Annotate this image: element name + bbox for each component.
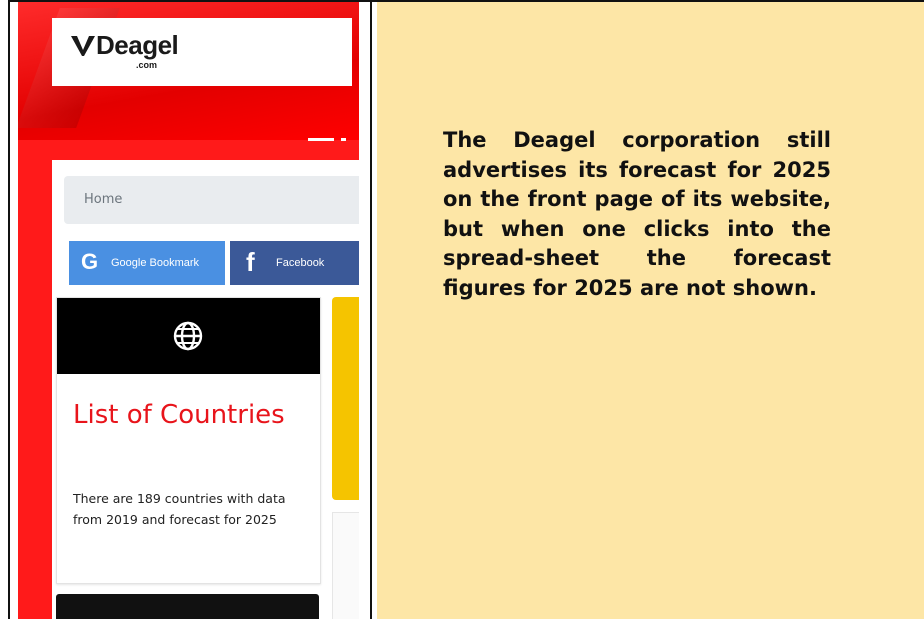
facebook-button[interactable]: f Facebook [230,241,359,285]
card-title[interactable]: List of Countries [73,398,313,432]
breadcrumb[interactable]: Home [64,176,359,224]
countries-card[interactable]: List of Countries There are 189 countrie… [56,297,321,584]
caption-text: The Deagel corporation still advertises … [443,128,831,300]
table-border-top [8,0,924,2]
menu-icon-partial [341,138,346,141]
google-bookmark-button[interactable]: G Google Bookmark [69,241,225,285]
logo-area[interactable]: Deagel .com [52,18,352,86]
logo-subtext: .com [136,60,158,70]
deagel-logo-icon [71,36,95,56]
google-bookmark-label: Google Bookmark [111,257,200,269]
page-content: Home G Google Bookmark f Facebook List o… [52,160,359,619]
adjacent-card-yellow [332,297,359,500]
globe-icon [173,321,203,351]
facebook-label: Facebook [276,257,325,269]
card-header [57,298,320,374]
table-border-left [8,0,10,619]
table-border-middle [370,0,372,619]
google-icon: G [81,249,99,274]
adjacent-card-white [332,512,359,619]
card-description: There are 189 countries with data from 2… [73,491,286,527]
next-card-header [56,594,319,619]
website-screenshot: Deagel .com Home G Google Bookmark f Fac… [18,0,359,619]
breadcrumb-home[interactable]: Home [84,192,122,207]
table-frame: Deagel .com Home G Google Bookmark f Fac… [0,0,924,619]
facebook-icon: f [246,247,255,277]
logo-text: Deagel [96,30,179,60]
caption-cell: The Deagel corporation still advertises … [377,0,924,619]
menu-icon[interactable] [308,138,334,141]
